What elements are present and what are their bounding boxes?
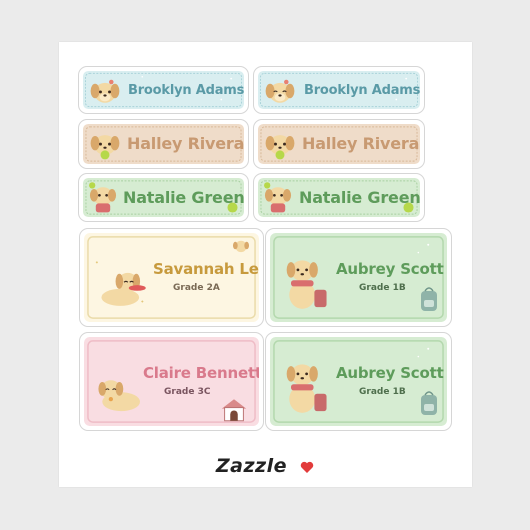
name-grade-sticker[interactable]: Savannah Lee Grade 2A — [79, 228, 264, 327]
student-name: Brooklyn Adams — [304, 83, 420, 98]
student-name: Brooklyn Adams — [128, 83, 244, 98]
name-sticker[interactable]: Halley Rivera — [78, 119, 249, 169]
tennis-ball-icon — [100, 150, 110, 160]
frisbee-icon — [128, 285, 146, 291]
puppy-icon — [232, 240, 250, 253]
puppy-icon — [90, 79, 120, 103]
tennis-ball-icon — [403, 202, 414, 213]
name-sticker[interactable]: Halley Rivera — [253, 119, 425, 169]
grade-label: Grade 2A — [173, 283, 220, 293]
student-name: Aubrey Scott — [336, 364, 444, 382]
puppy-icon — [286, 364, 327, 413]
grade-label: Grade 1B — [359, 387, 406, 397]
backpack-icon — [421, 287, 437, 311]
puppy-icon — [89, 182, 117, 213]
name-sticker[interactable]: Natalie Green — [253, 173, 425, 222]
brand-footer: Zazzle — [0, 455, 530, 477]
student-name: Halley Rivera — [302, 134, 420, 153]
name-sticker[interactable]: Brooklyn Adams — [253, 66, 425, 114]
student-name: Natalie Green — [123, 188, 244, 207]
grade-label: Grade 3C — [164, 387, 211, 397]
name-sticker[interactable]: Natalie Green — [78, 173, 249, 222]
puppy-icon — [265, 79, 295, 103]
name-grade-sticker[interactable]: Aubrey Scott Grade 1B — [265, 228, 452, 327]
tennis-ball-icon — [227, 202, 238, 213]
puppy-icon — [265, 135, 295, 160]
puppy-icon — [101, 272, 146, 306]
student-name: Natalie Green — [299, 188, 420, 207]
sticker-sheet: Brooklyn Adams Brooklyn Adams Halley Riv… — [59, 42, 472, 487]
backpack-icon — [421, 391, 437, 415]
name-grade-sticker[interactable]: Aubrey Scott Grade 1B — [265, 332, 452, 431]
heart-icon[interactable] — [300, 461, 314, 474]
puppy-icon — [264, 182, 292, 213]
tennis-ball-icon — [275, 150, 285, 160]
brand-logo[interactable]: Zazzle — [216, 455, 287, 477]
dog-house-icon — [221, 399, 247, 422]
puppy-icon — [286, 260, 327, 309]
name-sticker[interactable]: Brooklyn Adams — [78, 66, 249, 114]
student-name: Halley Rivera — [127, 134, 244, 153]
student-name: Aubrey Scott — [336, 260, 444, 278]
name-grade-sticker[interactable]: Claire Bennett Grade 3C — [79, 332, 264, 431]
grade-label: Grade 1B — [359, 283, 406, 293]
student-name: Savannah Lee — [153, 260, 259, 278]
puppy-icon — [90, 135, 120, 160]
student-name: Claire Bennett — [143, 364, 259, 382]
